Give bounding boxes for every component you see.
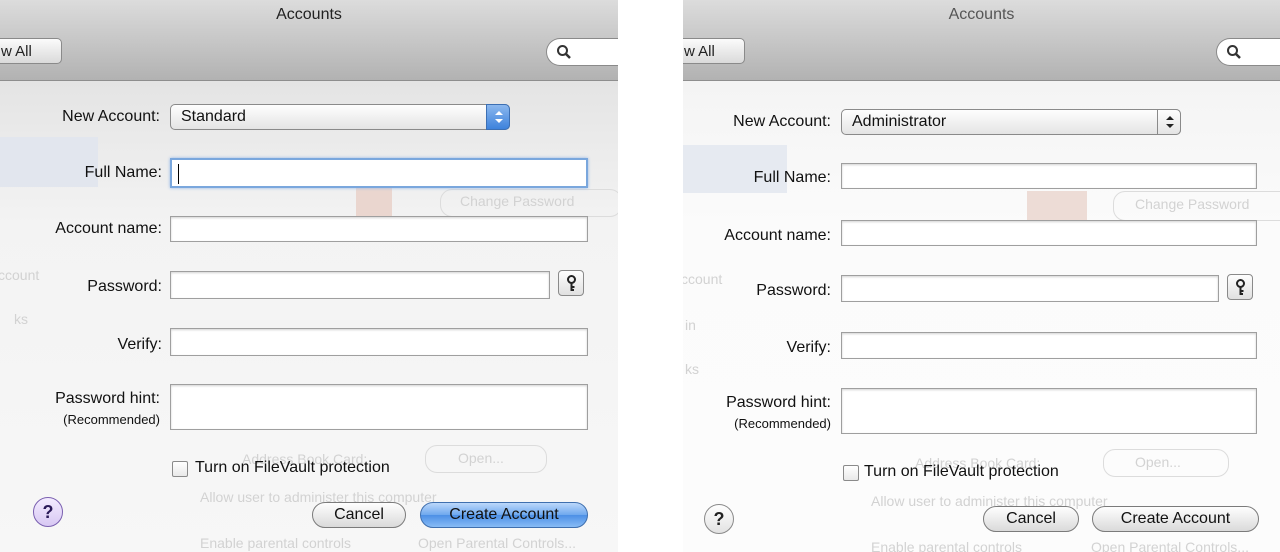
- filevault-checkbox[interactable]: [843, 465, 859, 481]
- filevault-label: Turn on FileVault protection: [195, 459, 390, 476]
- parental-bg: Enable parental controls: [871, 539, 1022, 552]
- filevault-checkbox[interactable]: [172, 461, 188, 477]
- account-type-value: Standard: [181, 108, 246, 125]
- search-field[interactable]: [1216, 38, 1280, 66]
- new-account-label: New Account:: [733, 113, 831, 130]
- search-field[interactable]: [546, 38, 618, 66]
- search-icon: [1227, 45, 1241, 59]
- filevault-label: Turn on FileVault protection: [864, 463, 1059, 480]
- sidebar-admin-bg: in: [685, 317, 696, 333]
- verify-field[interactable]: [170, 328, 588, 356]
- password-label: Password:: [87, 278, 162, 295]
- open-parental-bg: Open Parental Controls...: [418, 535, 576, 551]
- password-assistant-button[interactable]: [1227, 274, 1253, 300]
- password-hint-label: Password hint:: [55, 390, 160, 407]
- full-name-label: Full Name:: [84, 164, 162, 181]
- full-name-label: Full Name:: [753, 169, 831, 186]
- window-title: Accounts: [276, 6, 342, 23]
- account-name-label: Account name:: [724, 227, 831, 244]
- help-button[interactable]: ?: [33, 497, 63, 527]
- window-toolbar: Accounts w All: [683, 0, 1280, 81]
- user-picture: [356, 187, 392, 217]
- verify-label: Verify:: [786, 339, 831, 356]
- verify-label: Verify:: [117, 336, 162, 353]
- account-type-popup[interactable]: Administrator: [841, 109, 1181, 135]
- open-bg: Open...: [458, 450, 504, 466]
- key-icon: [567, 275, 576, 291]
- accounts-window-right: Accounts w All Change Password ccount in…: [683, 0, 1280, 552]
- account-type-value: Administrator: [852, 113, 947, 130]
- new-account-sheet: Change Password ccount ks Address Book C…: [0, 81, 618, 552]
- recommended-label: (Recommended): [63, 412, 160, 427]
- sidebar-login-bg: ks: [14, 311, 28, 327]
- text-caret: [178, 164, 179, 184]
- create-account-button[interactable]: Create Account: [420, 502, 588, 528]
- show-all-button[interactable]: w All: [0, 38, 62, 64]
- full-name-field[interactable]: [841, 163, 1257, 189]
- create-account-button[interactable]: Create Account: [1092, 506, 1259, 532]
- up-down-arrows-icon: [1157, 109, 1181, 135]
- recommended-label: (Recommended): [734, 416, 831, 431]
- key-icon: [1236, 279, 1245, 295]
- window-title: Accounts: [948, 6, 1015, 23]
- password-hint-label: Password hint:: [726, 394, 831, 411]
- full-name-field[interactable]: [170, 158, 588, 188]
- open-bg: Open...: [1135, 454, 1181, 470]
- password-assistant-button[interactable]: [558, 270, 584, 296]
- password-hint-field[interactable]: [170, 384, 588, 430]
- new-account-sheet: Change Password ccount in ks Address Boo…: [683, 81, 1280, 552]
- password-hint-field[interactable]: [841, 388, 1257, 434]
- help-button[interactable]: ?: [704, 504, 734, 534]
- account-name-label: Account name:: [55, 220, 162, 237]
- password-field[interactable]: [841, 275, 1219, 302]
- password-label: Password:: [756, 282, 831, 299]
- change-password-bg: Change Password: [460, 193, 575, 209]
- accounts-window-left: Accounts w All Change Password ccount ks…: [0, 0, 618, 552]
- account-type-popup[interactable]: Standard: [170, 104, 510, 130]
- search-icon: [557, 45, 571, 59]
- account-name-field[interactable]: [170, 216, 588, 242]
- cancel-button[interactable]: Cancel: [312, 502, 406, 528]
- show-all-button[interactable]: w All: [683, 38, 745, 64]
- verify-field[interactable]: [841, 332, 1257, 359]
- sidebar-login-bg: ks: [685, 361, 699, 377]
- open-parental-bg: Open Parental Controls...: [1091, 539, 1249, 552]
- cancel-button[interactable]: Cancel: [983, 506, 1079, 532]
- parental-bg: Enable parental controls: [200, 535, 351, 551]
- new-account-label: New Account:: [62, 108, 160, 125]
- password-field[interactable]: [170, 271, 550, 299]
- up-down-arrows-icon: [486, 104, 510, 130]
- window-toolbar: Accounts w All: [0, 0, 618, 81]
- change-password-bg: Change Password: [1135, 196, 1250, 212]
- account-name-field[interactable]: [841, 220, 1257, 246]
